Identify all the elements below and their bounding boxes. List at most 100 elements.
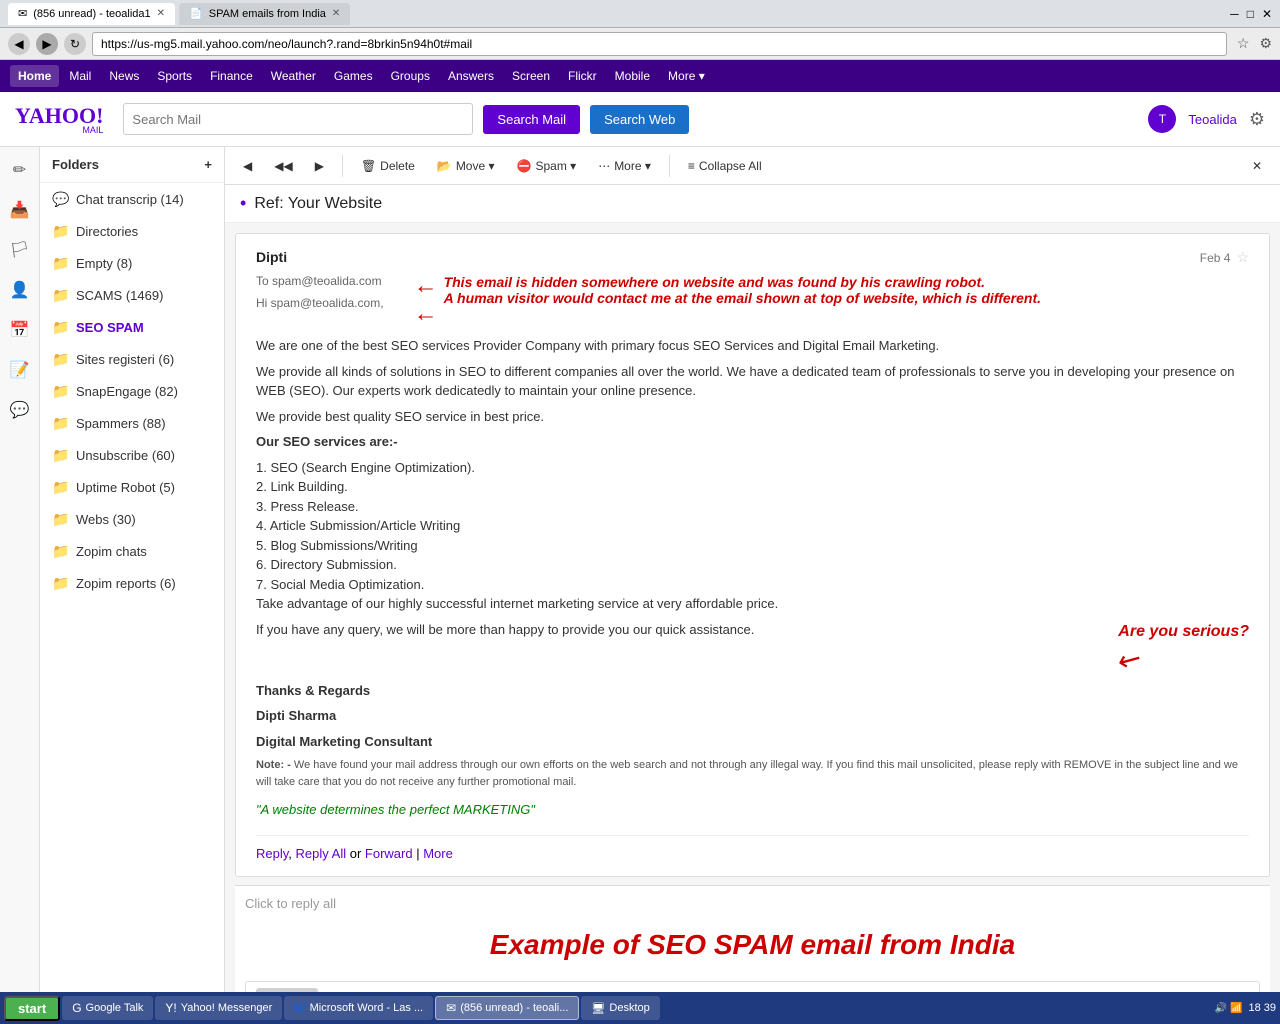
icon-bar: ✏ 📥 🏳 👤 📅 📝 💬 ⊞ bbox=[0, 147, 40, 1024]
email-date-area: Feb 4 ☆ bbox=[1200, 249, 1249, 266]
folder-icon-9: 📁 bbox=[52, 478, 70, 496]
nav-flickr[interactable]: Flickr bbox=[560, 65, 605, 87]
nav-sports[interactable]: Sports bbox=[149, 65, 200, 87]
nav-groups[interactable]: Groups bbox=[383, 65, 438, 87]
contacts-icon[interactable]: 👤 bbox=[5, 275, 35, 305]
sidebar-item-scams[interactable]: 📁 SCAMS (1469) bbox=[40, 279, 224, 311]
email-messages: Dipti Feb 4 ☆ To spam@teoalida.com Hi sp… bbox=[225, 223, 1280, 1024]
taskbar-word[interactable]: W Microsoft Word - Las ... bbox=[284, 996, 433, 1020]
taskbar-icons: 🔊 📶 bbox=[1215, 1003, 1243, 1014]
reply-all-link[interactable]: Reply All bbox=[296, 846, 347, 861]
email-area: ◀ ◀◀ ▶ 🗑 Delete 📂 Move ▾ ⛔ Spam ▾ ⋯ More… bbox=[225, 147, 1280, 1024]
folder-icon-6: 📁 bbox=[52, 382, 70, 400]
nav-weather[interactable]: Weather bbox=[263, 65, 324, 87]
sidebar-item-sites[interactable]: 📁 Sites registeri (6) bbox=[40, 343, 224, 375]
close-window-icon[interactable]: ✕ bbox=[1262, 7, 1272, 21]
add-folder-button[interactable]: + bbox=[204, 157, 212, 172]
compose-icon[interactable]: ✏ bbox=[5, 155, 35, 185]
nav-more[interactable]: More ▾ bbox=[660, 65, 713, 87]
search-web-button[interactable]: Search Web bbox=[590, 105, 689, 134]
folder-icon-active: 📁 bbox=[52, 318, 70, 336]
nav-games[interactable]: Games bbox=[326, 65, 381, 87]
sidebar-item-snapengage[interactable]: 📁 SnapEngage (82) bbox=[40, 375, 224, 407]
tab-spam[interactable]: 📄 SPAM emails from India ✕ bbox=[179, 3, 350, 25]
nav-finance[interactable]: Finance bbox=[202, 65, 261, 87]
flag-icon[interactable]: 🏳 bbox=[5, 235, 35, 265]
user-name: Teoalida bbox=[1188, 112, 1236, 127]
browser-controls: ◀ ▶ ↻ ☆ ⚙ bbox=[0, 28, 1280, 60]
more-actions-link[interactable]: More bbox=[423, 846, 453, 861]
forward-nav-button[interactable]: ▶ bbox=[307, 155, 332, 177]
annotation-text-1: This email is hidden somewhere on websit… bbox=[444, 274, 1041, 290]
sidebar-item-zopim-reports[interactable]: 📁 Zopim reports (6) bbox=[40, 567, 224, 599]
settings-gear-icon[interactable]: ⚙ bbox=[1249, 109, 1265, 130]
nav-news[interactable]: News bbox=[101, 65, 147, 87]
tab-close-2[interactable]: ✕ bbox=[332, 8, 340, 19]
sidebar-item-chat[interactable]: 💬 Chat transcrip (14) bbox=[40, 183, 224, 215]
back-nav-button[interactable]: ◀ bbox=[235, 155, 260, 177]
marketing-quote: "A website determines the perfect MARKET… bbox=[256, 800, 1249, 820]
search-mail-button[interactable]: Search Mail bbox=[483, 105, 580, 134]
collapse-all-button[interactable]: ≡ Collapse All bbox=[680, 155, 770, 177]
move-button[interactable]: 📂 Move ▾ bbox=[429, 155, 503, 177]
calendar-icon[interactable]: 📅 bbox=[5, 315, 35, 345]
delete-button[interactable]: 🗑 Delete bbox=[353, 155, 423, 177]
email-to-section: To spam@teoalida.com Hi spam@teoalida.co… bbox=[256, 274, 1249, 326]
email-toolbar: ◀ ◀◀ ▶ 🗑 Delete 📂 Move ▾ ⛔ Spam ▾ ⋯ More… bbox=[225, 147, 1280, 185]
sidebar-item-directories[interactable]: 📁 Directories bbox=[40, 215, 224, 247]
more-button[interactable]: ⋯ More ▾ bbox=[590, 155, 659, 177]
address-bar[interactable] bbox=[92, 32, 1227, 56]
maximize-icon[interactable]: □ bbox=[1247, 7, 1254, 21]
click-to-reply[interactable]: Click to reply all bbox=[245, 896, 1260, 911]
forward-link[interactable]: Forward bbox=[365, 846, 413, 861]
sidebar-item-uptime[interactable]: 📁 Uptime Robot (5) bbox=[40, 471, 224, 503]
settings-icon[interactable]: ⚙ bbox=[1259, 35, 1272, 52]
folder-icon: 📁 bbox=[52, 222, 70, 240]
yahoo-logo: YAHOO! MAIL bbox=[15, 103, 103, 135]
email-card: Dipti Feb 4 ☆ To spam@teoalida.com Hi sp… bbox=[235, 233, 1270, 877]
sidebar-item-zopim-chats[interactable]: 📁 Zopim chats bbox=[40, 535, 224, 567]
search-input[interactable] bbox=[123, 103, 473, 135]
star-icon[interactable]: ☆ bbox=[1236, 249, 1249, 266]
taskbar-google-talk[interactable]: G Google Talk bbox=[62, 996, 153, 1020]
back-all-button[interactable]: ◀◀ bbox=[266, 155, 300, 177]
reload-button[interactable]: ↻ bbox=[64, 33, 86, 55]
more-icon: ⋯ bbox=[598, 159, 610, 173]
nav-screen[interactable]: Screen bbox=[504, 65, 558, 87]
nav-home[interactable]: Home bbox=[10, 65, 59, 87]
taskbar-yahoo-messenger[interactable]: Y! Yahoo! Messenger bbox=[155, 996, 282, 1020]
start-button[interactable]: start bbox=[4, 996, 60, 1021]
inbox-icon[interactable]: 📥 bbox=[5, 195, 35, 225]
email-card-header: Dipti Feb 4 ☆ bbox=[256, 249, 1249, 266]
taskbar-desktop[interactable]: 🖥 Desktop bbox=[581, 996, 659, 1020]
separator-1 bbox=[342, 155, 343, 177]
email-actions: Reply, Reply All or Forward | More bbox=[256, 835, 1249, 861]
notepad-icon[interactable]: 📝 bbox=[5, 355, 35, 385]
sidebar-item-webs[interactable]: 📁 Webs (30) bbox=[40, 503, 224, 535]
arrow-left-2: ← bbox=[414, 302, 438, 326]
sidebar-item-seo-spam[interactable]: 📁 SEO SPAM bbox=[40, 311, 224, 343]
sidebar-item-empty[interactable]: 📁 Empty (8) bbox=[40, 247, 224, 279]
chat-icon: 💬 bbox=[52, 190, 70, 208]
close-thread-button[interactable]: ✕ bbox=[1244, 155, 1270, 177]
forward-button[interactable]: ▶ bbox=[36, 33, 58, 55]
sidebar-item-spammers[interactable]: 📁 Spammers (88) bbox=[40, 407, 224, 439]
user-avatar[interactable]: T bbox=[1148, 105, 1176, 133]
taskbar-yahoo-mail[interactable]: ✉ (856 unread) - teoali... bbox=[435, 996, 579, 1020]
sidebar-item-unsubscribe[interactable]: 📁 Unsubscribe (60) bbox=[40, 439, 224, 471]
minimize-icon[interactable]: ─ bbox=[1230, 7, 1239, 21]
sidebar-header: Folders + bbox=[40, 147, 224, 183]
reply-link[interactable]: Reply bbox=[256, 846, 288, 861]
yahoo-nav: Home Mail News Sports Finance Weather Ga… bbox=[0, 60, 1280, 92]
spam-button[interactable]: ⛔ Spam ▾ bbox=[509, 155, 585, 177]
word-icon: W bbox=[294, 1001, 305, 1015]
tab-close-1[interactable]: ✕ bbox=[157, 8, 165, 19]
bookmark-icon[interactable]: ☆ bbox=[1237, 35, 1250, 52]
nav-mail[interactable]: Mail bbox=[61, 65, 99, 87]
nav-answers[interactable]: Answers bbox=[440, 65, 502, 87]
messenger-icon[interactable]: 💬 bbox=[5, 395, 35, 425]
back-button[interactable]: ◀ bbox=[8, 33, 30, 55]
tab-active[interactable]: ✉ (856 unread) - teoalida1 ✕ bbox=[8, 3, 175, 25]
to-line: To spam@teoalida.com Hi spam@teoalida.co… bbox=[256, 274, 384, 318]
nav-mobile[interactable]: Mobile bbox=[607, 65, 658, 87]
